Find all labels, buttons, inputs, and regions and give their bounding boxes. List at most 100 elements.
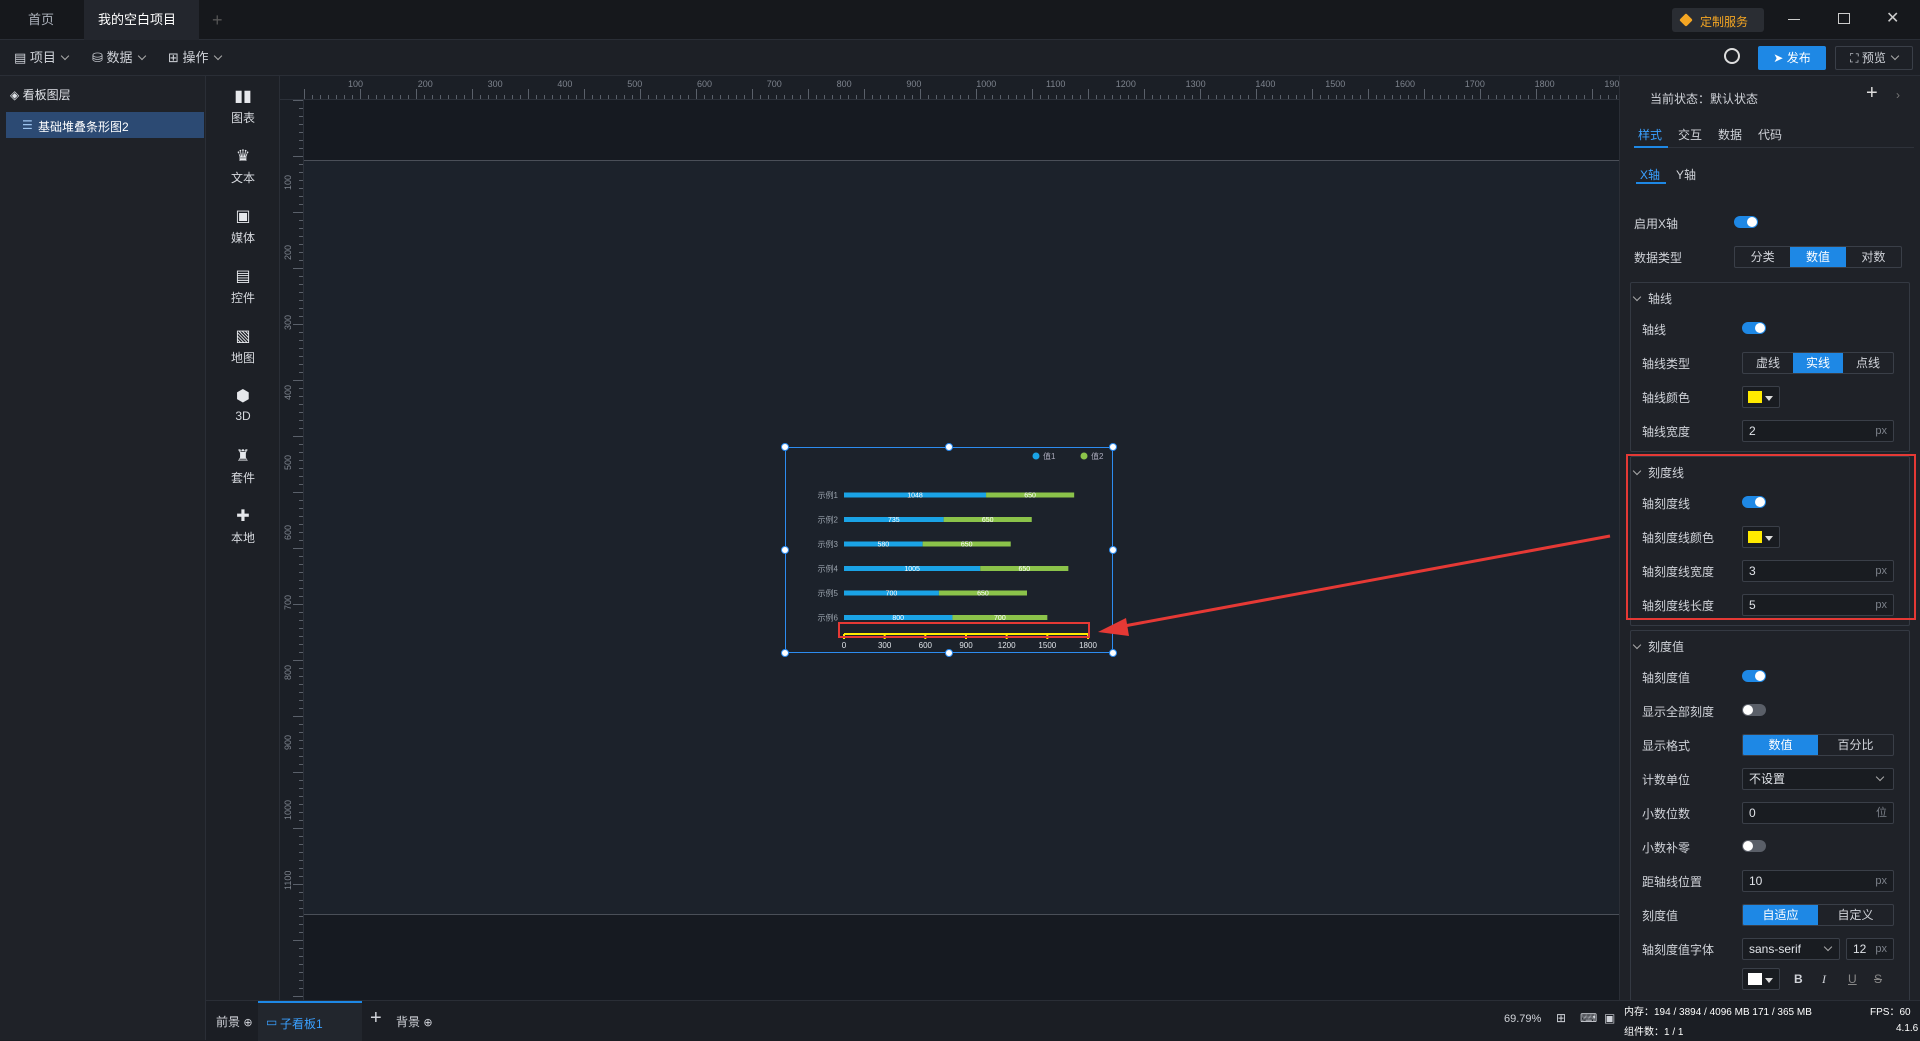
cube-icon: ⬢ (236, 388, 250, 405)
back-layer-tab[interactable]: 背景 ⊕ (396, 1013, 433, 1030)
back-label: 背景 (396, 1015, 421, 1029)
resize-handle[interactable] (781, 649, 789, 657)
line-width-input[interactable]: 2 px (1742, 420, 1894, 442)
font-select[interactable]: sans-serif (1742, 938, 1840, 960)
diamond-icon (1679, 13, 1693, 27)
resize-handle[interactable] (781, 546, 789, 554)
chevron-down-icon (1632, 640, 1642, 650)
axis-line-header[interactable]: 轴线 (1632, 290, 1672, 307)
bold-icon[interactable]: B (1794, 972, 1803, 986)
line-type-dotted[interactable]: 点线 (1843, 353, 1893, 373)
tick-line-header[interactable]: 刻度线 (1632, 464, 1684, 481)
tick-len-input[interactable]: 5 px (1742, 594, 1894, 616)
project-menu[interactable]: ▤ 项目 (14, 48, 70, 68)
show-all-label: 显示全部刻度 (1642, 705, 1715, 719)
chevron-right-icon[interactable]: › (1896, 88, 1900, 102)
rail-3d[interactable]: ⬢ 3D (206, 388, 280, 423)
decimals-value: 0 (1749, 806, 1756, 820)
resize-handle[interactable] (781, 443, 789, 451)
enable-x-toggle[interactable] (1734, 216, 1758, 228)
pad-zero-toggle[interactable] (1742, 840, 1766, 852)
tab-x-axis[interactable]: X轴 (1640, 166, 1660, 183)
fmt-number[interactable]: 数值 (1743, 735, 1818, 755)
ops-menu[interactable]: ⊞ 操作 (168, 48, 222, 68)
enable-x-label: 启用X轴 (1634, 217, 1679, 231)
new-tab-plus-icon[interactable]: + (212, 10, 223, 31)
close-icon[interactable]: ✕ (1886, 8, 1899, 28)
tick-width-input[interactable]: 3 px (1742, 560, 1894, 582)
rail-control[interactable]: ▤ 控件 (206, 268, 280, 306)
line-color-picker[interactable] (1742, 386, 1780, 408)
layer-item[interactable]: ☰ 基础堆叠条形图2 (6, 112, 204, 138)
fit-screen-icon[interactable]: ⊞ (1556, 1011, 1566, 1025)
tick-value-header[interactable]: 刻度值 (1632, 638, 1684, 655)
tab-interaction[interactable]: 交互 (1678, 126, 1702, 143)
tickv-label: 刻度值 (1642, 909, 1679, 923)
tick-val-toggle[interactable] (1742, 670, 1766, 682)
memory-stat: 内存：194 / 3894 / 4096 MB 171 / 365 MB (1624, 1003, 1812, 1018)
resize-handle[interactable] (945, 649, 953, 657)
data-menu[interactable]: ⛁ 数据 (92, 48, 146, 68)
line-type-dashed[interactable]: 虚线 (1743, 353, 1793, 373)
tick-color-picker[interactable] (1742, 526, 1780, 548)
restore-icon[interactable] (1838, 13, 1850, 24)
keyboard-icon[interactable]: ⌨ (1580, 1011, 1597, 1025)
custom-service-button[interactable]: 定制服务 (1672, 8, 1764, 32)
rail-kit[interactable]: ♜ 套件 (206, 448, 280, 486)
zoom-level[interactable]: 69.79% (1504, 1013, 1541, 1025)
strikethrough-icon[interactable]: S (1874, 972, 1882, 986)
data-type-category[interactable]: 分类 (1735, 247, 1790, 267)
search-icon[interactable] (1724, 48, 1740, 64)
resize-handle[interactable] (1109, 443, 1117, 451)
tickv-custom[interactable]: 自定义 (1818, 905, 1893, 925)
line-type-segment: 虚线 实线 点线 (1742, 352, 1894, 374)
front-layer-tab[interactable]: 前景 ⊕ (216, 1013, 253, 1030)
add-circle-icon[interactable]: ⊕ (423, 1017, 432, 1029)
add-circle-icon[interactable]: ⊕ (243, 1017, 252, 1029)
show-all-toggle[interactable] (1742, 704, 1766, 716)
publish-button[interactable]: ➤ 发布 (1758, 46, 1826, 70)
add-state-plus-icon[interactable]: + (1866, 82, 1878, 105)
tick-toggle[interactable] (1742, 496, 1766, 508)
font-size-input[interactable]: 12 px (1846, 938, 1894, 960)
data-type-value[interactable]: 数值 (1790, 247, 1846, 267)
tab-project[interactable]: 我的空白项目 (84, 0, 199, 65)
terminal-icon[interactable]: ▣ (1604, 1011, 1615, 1025)
design-canvas[interactable]: 100 200 300 400 500 600 700 800 900 1000 1100 1200 1… (280, 76, 1619, 1000)
data-type-log[interactable]: 对数 (1846, 247, 1901, 267)
tickv-auto[interactable]: 自适应 (1743, 905, 1818, 925)
line-type-solid[interactable]: 实线 (1793, 353, 1843, 373)
tab-style[interactable]: 样式 (1638, 126, 1662, 143)
italic-icon[interactable]: I (1822, 972, 1826, 987)
sub-board-tab[interactable]: ▭ 子看板1 (258, 1001, 362, 1041)
add-board-plus-icon[interactable]: + (370, 1007, 382, 1030)
axis-line-toggle[interactable] (1742, 322, 1766, 334)
font-value: sans-serif (1749, 942, 1802, 956)
rail-text-label: 文本 (230, 171, 255, 185)
minimize-icon[interactable] (1788, 19, 1800, 20)
px-unit: px (1875, 425, 1887, 437)
rail-text[interactable]: ♛ 文本 (206, 148, 280, 186)
crown-icon: ♛ (235, 148, 251, 165)
unit-select[interactable]: 不设置 (1742, 768, 1894, 790)
resize-handle[interactable] (1109, 649, 1117, 657)
data-menu-label: 数据 (106, 50, 133, 65)
tab-y-axis[interactable]: Y轴 (1676, 166, 1696, 183)
tab-data[interactable]: 数据 (1718, 126, 1742, 143)
fmt-percent[interactable]: 百分比 (1818, 735, 1893, 755)
tick-width-label: 轴刻度线宽度 (1642, 565, 1715, 579)
resize-handle[interactable] (1109, 546, 1117, 554)
tab-home[interactable]: 首页 (14, 0, 68, 40)
underline-icon[interactable]: U (1848, 972, 1857, 986)
tab-code[interactable]: 代码 (1758, 126, 1782, 143)
preview-button[interactable]: ⛶ 预览 (1835, 46, 1913, 70)
offset-input[interactable]: 10 px (1742, 870, 1894, 892)
tick-on-label: 轴刻度线 (1642, 497, 1691, 511)
rail-local[interactable]: ✚ 本地 (206, 508, 280, 546)
rail-map[interactable]: ▧ 地图 (206, 328, 280, 366)
rail-media[interactable]: ▣ 媒体 (206, 208, 280, 246)
resize-handle[interactable] (945, 443, 953, 451)
decimals-input[interactable]: 0位 (1742, 802, 1894, 824)
font-color-picker[interactable] (1742, 968, 1780, 990)
rail-chart[interactable]: ▮▮ 图表 (206, 88, 280, 126)
